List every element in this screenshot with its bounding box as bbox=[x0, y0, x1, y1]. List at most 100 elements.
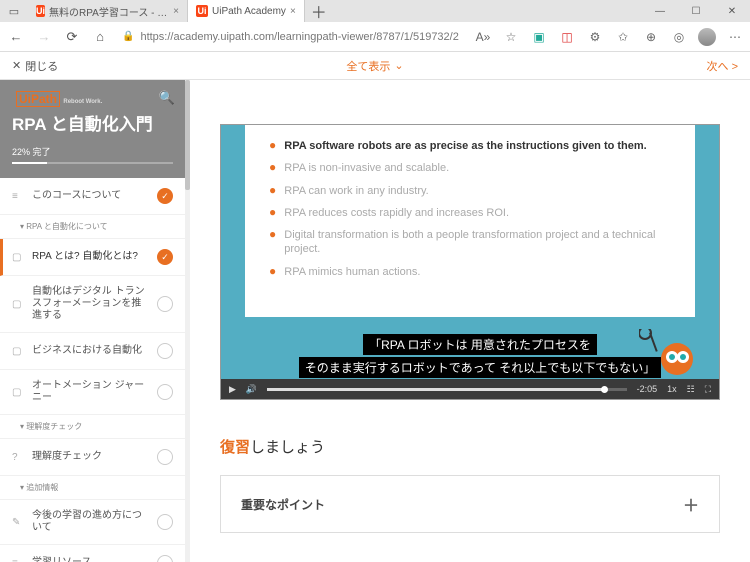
item-icon: ▢ bbox=[12, 346, 24, 357]
sidebar-item[interactable]: ✎今後の学習の進め方について bbox=[0, 500, 185, 545]
sidebar-subsection[interactable]: ▾ RPA と自動化について bbox=[0, 215, 185, 239]
show-all-toggle[interactable]: 全て表示 ⌄ bbox=[346, 58, 403, 74]
sidebar-item[interactable]: ≡ 学習リソース bbox=[0, 545, 185, 562]
sidebar-item[interactable]: ▢オートメーション ジャーニー bbox=[0, 370, 185, 415]
check-pending-icon bbox=[157, 449, 173, 465]
ext-icon[interactable]: ▣ bbox=[530, 28, 548, 46]
sidebar-subsection[interactable]: ▾ 理解度チェック bbox=[0, 415, 185, 439]
video-caption: 「RPA ロボットは 用意されたプロセスを そのまま実行するロボットであって そ… bbox=[281, 333, 679, 379]
slide-bullet: ●RPA software robots are as precise as t… bbox=[269, 139, 671, 153]
bullet-text: RPA mimics human actions. bbox=[284, 265, 420, 279]
window-close-button[interactable]: ✕ bbox=[714, 0, 750, 22]
collections-icon[interactable]: ⊕ bbox=[642, 28, 660, 46]
bullet-text: Digital transformation is both a people … bbox=[284, 228, 671, 257]
bullet-dot-icon: ● bbox=[269, 184, 276, 198]
item-label: RPA とは? 自動化とは? bbox=[32, 251, 149, 263]
item-icon: ▢ bbox=[12, 252, 24, 263]
video-player[interactable]: ●RPA software robots are as precise as t… bbox=[220, 124, 720, 400]
show-all-label: 全て表示 bbox=[346, 58, 390, 74]
sidebar-item[interactable]: ▢ RPA とは? 自動化とは? ✓ bbox=[0, 239, 185, 276]
item-icon: ▢ bbox=[12, 387, 24, 398]
page-sub-bar: ✕ 閉じる 全て表示 ⌄ 次へ > bbox=[0, 52, 750, 80]
tab-favicon: Ui bbox=[36, 5, 45, 17]
progress-bar bbox=[12, 162, 173, 164]
check-pending-icon bbox=[157, 384, 173, 400]
fullscreen-button[interactable]: ⛶ bbox=[705, 384, 711, 395]
check-pending-icon bbox=[157, 555, 173, 562]
favorites-icon[interactable]: ✩ bbox=[614, 28, 632, 46]
sidebar-item[interactable]: ? 理解度チェック bbox=[0, 439, 185, 476]
captions-button[interactable]: ☷ bbox=[687, 384, 695, 395]
menu-icon[interactable]: ⋯ bbox=[726, 28, 744, 46]
chevron-down-icon: ⌄ bbox=[394, 59, 403, 72]
video-progress[interactable] bbox=[267, 388, 626, 391]
sidebar-subsection[interactable]: ▾ 追加情報 bbox=[0, 476, 185, 500]
video-controls: ▶ 🔊 -2:05 1x ☷ ⛶ bbox=[221, 379, 719, 399]
check-done-icon: ✓ bbox=[157, 249, 173, 265]
item-icon: ▢ bbox=[12, 299, 24, 310]
forward-button: → bbox=[34, 27, 54, 47]
uipath-logo: UiPath Reboot Work. bbox=[12, 90, 106, 108]
close-tab-icon[interactable]: × bbox=[290, 6, 296, 17]
item-label: 理解度チェック bbox=[32, 451, 149, 463]
check-pending-icon bbox=[157, 296, 173, 312]
close-course-button[interactable]: ✕ 閉じる bbox=[12, 58, 58, 74]
item-label: ビジネスにおける自動化 bbox=[32, 345, 149, 357]
slide-bullet: ● RPA can work in any industry. bbox=[269, 184, 671, 198]
browser-tab-active[interactable]: Ui UiPath Academy × bbox=[188, 0, 305, 22]
slide-content: ●RPA software robots are as precise as t… bbox=[245, 125, 695, 317]
item-icon: ≡ bbox=[12, 191, 24, 202]
lock-icon[interactable]: 🔒 bbox=[122, 31, 134, 42]
bullet-text: RPA reduces costs rapidly and increases … bbox=[284, 206, 509, 220]
item-label: 学習リソース bbox=[32, 557, 149, 562]
tab-title: UiPath Academy bbox=[212, 6, 286, 17]
ext-icon[interactable]: ◎ bbox=[670, 28, 688, 46]
time-remaining: -2:05 bbox=[637, 384, 658, 394]
home-button[interactable]: ⌂ bbox=[90, 27, 110, 47]
course-sidebar: UiPath Reboot Work. 🔍 RPA と自動化入門 22% 完了 … bbox=[0, 80, 185, 562]
sidebar-item[interactable]: ≡このコースについて✓ bbox=[0, 178, 185, 215]
next-link[interactable]: 次へ > bbox=[707, 58, 738, 74]
item-label: 自動化はデジタル トランスフォーメーションを推進する bbox=[32, 286, 149, 322]
sidebar-item[interactable]: ▢ ビジネスにおける自動化 bbox=[0, 333, 185, 370]
play-button[interactable]: ▶ bbox=[229, 384, 236, 395]
plus-icon: ＋ bbox=[683, 492, 699, 516]
speed-button[interactable]: 1x bbox=[667, 384, 677, 394]
search-icon[interactable]: 🔍 bbox=[159, 90, 175, 106]
refresh-button[interactable]: ⟳ bbox=[62, 27, 82, 47]
item-icon: ? bbox=[12, 452, 24, 463]
bullet-dot-icon: ● bbox=[269, 139, 276, 153]
caption-line: 「RPA ロボットは 用意されたプロセスを bbox=[363, 334, 597, 355]
course-title: RPA と自動化入門 bbox=[12, 114, 173, 135]
ext-icon[interactable]: ◫ bbox=[558, 28, 576, 46]
window-maximize-button[interactable]: ☐ bbox=[678, 0, 714, 22]
new-tab-button[interactable]: ＋ bbox=[305, 0, 333, 22]
check-done-icon: ✓ bbox=[157, 188, 173, 204]
slide-bullet: ●RPA mimics human actions. bbox=[269, 265, 671, 279]
slide-bullet: ●Digital transformation is both a people… bbox=[269, 228, 671, 257]
star-icon[interactable]: ☆ bbox=[502, 28, 520, 46]
review-expand[interactable]: 重要なポイント ＋ bbox=[220, 475, 720, 533]
back-button[interactable]: ← bbox=[6, 27, 26, 47]
bullet-text: RPA is non-invasive and scalable. bbox=[284, 161, 449, 175]
sidebar-item[interactable]: ▢ 自動化はデジタル トランスフォーメーションを推進する bbox=[0, 276, 185, 333]
tab-title: 無料のRPA学習コース - オンライント bbox=[49, 4, 169, 19]
profile-avatar[interactable] bbox=[698, 28, 716, 46]
browser-tab[interactable]: Ui 無料のRPA学習コース - オンライント × bbox=[28, 0, 188, 22]
tabs-overview-button[interactable]: ▭ bbox=[0, 0, 28, 22]
slide-bullet: ●RPA reduces costs rapidly and increases… bbox=[269, 206, 671, 220]
check-pending-icon bbox=[157, 514, 173, 530]
reader-icon[interactable]: A» bbox=[474, 28, 492, 46]
bullet-text: RPA can work in any industry. bbox=[284, 184, 429, 198]
url-text[interactable]: https://academy.uipath.com/learningpath-… bbox=[140, 31, 458, 43]
item-label: 今後の学習の進め方について bbox=[32, 510, 149, 534]
close-tab-icon[interactable]: × bbox=[173, 6, 179, 17]
item-icon: ≡ bbox=[12, 558, 24, 562]
sidebar-scrollbar[interactable] bbox=[185, 80, 190, 562]
close-icon: ✕ bbox=[12, 59, 21, 72]
volume-button[interactable]: 🔊 bbox=[246, 384, 257, 395]
window-minimize-button[interactable]: — bbox=[642, 0, 678, 22]
progress-text: 22% 完了 bbox=[12, 145, 173, 158]
close-label: 閉じる bbox=[25, 58, 58, 74]
ext-icon[interactable]: ⚙ bbox=[586, 28, 604, 46]
